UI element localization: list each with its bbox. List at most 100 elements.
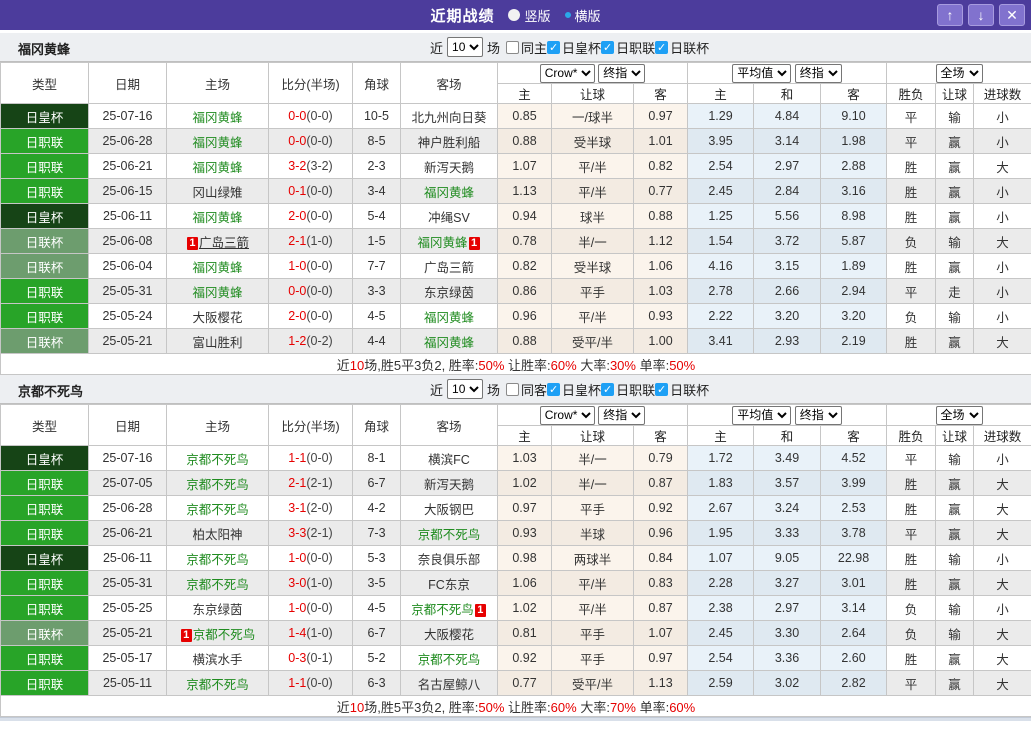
result-cell: 平 — [886, 103, 937, 129]
scope-select[interactable]: 全场 — [935, 63, 983, 83]
radio-selected-icon[interactable] — [564, 12, 571, 18]
team-label: 京都不死鸟 — [417, 527, 481, 542]
corner-cell: 5-3 — [352, 545, 401, 571]
odds-cell: 0.82 — [632, 153, 689, 179]
avg-source-select[interactable]: 平均值 — [732, 405, 792, 425]
cup-filter[interactable]: ✓ 日职联 — [601, 380, 655, 399]
odds-cell: 1.07 — [632, 620, 689, 646]
col-header-avg-draw: 和 — [753, 83, 822, 104]
match-row: 日职联 25-05-11 京都不死鸟 1-1(0-0) 6-3 名古屋鲸八 0.77 受平/半… — [0, 670, 1031, 696]
games-count-select[interactable]: 10 — [447, 379, 484, 399]
odds-cell: 受半球 — [551, 253, 634, 279]
halftime-score: (2-1) — [306, 476, 333, 490]
checkbox-checked-icon[interactable]: ✓ — [601, 40, 615, 54]
cup-filter[interactable]: ✓ 日职联 — [601, 38, 655, 57]
summary-segment: 让胜率: — [504, 699, 551, 715]
match-row: 日职联 25-06-28 京都不死鸟 3-1(2-0) 4-2 大阪钢巴 0.97 平手 0.9… — [0, 495, 1031, 521]
checkbox-checked-icon[interactable]: ✓ — [601, 382, 615, 396]
team-label: 福冈黄蜂 — [192, 110, 243, 125]
corner-cell: 4-5 — [352, 303, 401, 329]
avg-odds-cell: 3.30 — [753, 620, 822, 646]
fulltime-score: 3-3 — [288, 526, 307, 540]
avg-odds-cell: 4.52 — [820, 445, 888, 471]
score-cell: 1-0(0-0) — [268, 545, 353, 571]
avg-time-select[interactable]: 终指 — [794, 63, 842, 83]
move-down-button[interactable]: ↓ — [968, 4, 994, 26]
match-date-cell: 25-05-25 — [88, 595, 167, 621]
col-header-handicap-result: 让球 — [935, 425, 975, 446]
cup-filter[interactable]: ✓ 日联杯 — [655, 38, 709, 57]
arrow-up-icon: ↑ — [946, 7, 954, 23]
avg-odds-cell: 2.93 — [753, 328, 822, 354]
goals-result-cell: 小 — [973, 445, 1031, 471]
match-date-cell: 25-05-21 — [88, 620, 167, 646]
odds-source-select[interactable]: Crow* — [539, 63, 595, 83]
same-venue-filter[interactable]: 同主 — [506, 38, 547, 57]
cup-filter-label: 日联杯 — [670, 382, 710, 398]
match-type-cell: 日职联 — [0, 303, 89, 329]
odds-cell: 1.13 — [497, 178, 552, 204]
odds-cell: 0.93 — [632, 303, 689, 329]
checkbox-checked-icon[interactable]: ✓ — [655, 382, 669, 396]
score-cell: 3-2(3-2) — [268, 153, 353, 179]
match-type-cell: 日皇杯 — [0, 445, 89, 471]
odds-cell: 0.87 — [632, 595, 689, 621]
col-header-crow-away: 客 — [632, 83, 689, 104]
odds-cell: 0.84 — [632, 545, 689, 571]
fulltime-score: 2-0 — [288, 309, 307, 323]
summary-segment: 单率: — [635, 699, 670, 715]
checkbox-unchecked-icon[interactable] — [506, 40, 520, 54]
avg-odds-cell: 3.95 — [687, 128, 755, 154]
radio-unselected-icon[interactable] — [508, 9, 521, 21]
checkbox-checked-icon[interactable]: ✓ — [547, 382, 561, 396]
corner-cell: 1-5 — [352, 228, 401, 254]
match-type-cell: 日联杯 — [0, 228, 89, 254]
odds-cell: 1.07 — [497, 153, 552, 179]
halftime-score: (3-2) — [306, 159, 333, 173]
cup-filter-label: 日联杯 — [670, 40, 710, 56]
home-team-cell: 京都不死鸟 — [166, 495, 269, 521]
odds-cell: 平/半 — [551, 178, 634, 204]
bottom-strip — [0, 717, 1031, 721]
layout-horizontal-radio[interactable]: 横版 — [564, 6, 601, 25]
cup-filter[interactable]: ✓ 日联杯 — [655, 380, 709, 399]
odds-cell: 0.94 — [497, 203, 552, 229]
avg-odds-cell: 4.16 — [687, 253, 755, 279]
summary-text: 近10场,胜5平3负2, 胜率:50% 让胜率:60% 大率:30% 单率:50… — [0, 353, 1031, 375]
corner-cell: 5-2 — [352, 645, 401, 671]
games-count-select[interactable]: 10 — [447, 37, 484, 57]
away-team-cell: FC东京 — [400, 570, 498, 596]
checkbox-checked-icon[interactable]: ✓ — [655, 40, 669, 54]
checkbox-checked-icon[interactable]: ✓ — [547, 40, 561, 54]
scope-select[interactable]: 全场 — [935, 405, 983, 425]
same-venue-filter[interactable]: 同客 — [506, 380, 547, 399]
odds-cell: 0.97 — [497, 495, 552, 521]
checkbox-unchecked-icon[interactable] — [506, 382, 520, 396]
odds-time-select[interactable]: 终指 — [598, 63, 646, 83]
result-cell: 平 — [886, 670, 937, 696]
score-cell: 0-3(0-1) — [268, 645, 353, 671]
avg-time-select[interactable]: 终指 — [794, 405, 842, 425]
col-header-crow-away: 客 — [632, 425, 689, 446]
handicap-result-cell: 输 — [935, 545, 975, 571]
odds-source-select[interactable]: Crow* — [539, 405, 595, 425]
move-up-button[interactable]: ↑ — [937, 4, 963, 26]
layout-vertical-radio[interactable]: 竖版 — [508, 6, 551, 25]
score-cell: 1-0(0-0) — [268, 253, 353, 279]
corner-cell: 7-3 — [352, 520, 401, 546]
match-rows: 日皇杯 25-07-16 京都不死鸟 1-1(0-0) 8-1 横滨FC 1.03 半/一 0.… — [0, 445, 1031, 696]
cup-filter[interactable]: ✓ 日皇杯 — [547, 380, 601, 399]
corner-cell: 3-5 — [352, 570, 401, 596]
close-button[interactable]: ✕ — [999, 4, 1025, 26]
col-header-score: 比分(半场) — [268, 62, 353, 104]
result-cell: 胜 — [886, 328, 937, 354]
goals-result-cell: 大 — [973, 645, 1031, 671]
sections: 福冈黄蜂 近 10 场 同主 ✓ 日皇杯 ✓ 日职联 ✓ 日联杯 类型 日期 主… — [0, 33, 1031, 717]
avg-source-select[interactable]: 平均值 — [732, 63, 792, 83]
odds-time-select[interactable]: 终指 — [598, 405, 646, 425]
avg-odds-cell: 3.49 — [753, 445, 822, 471]
home-team-cell: 柏太阳神 — [166, 520, 269, 546]
odds-group-header: Crow* 终指 — [496, 62, 689, 84]
cup-filter[interactable]: ✓ 日皇杯 — [547, 38, 601, 57]
handicap-result-cell: 输 — [935, 103, 975, 129]
